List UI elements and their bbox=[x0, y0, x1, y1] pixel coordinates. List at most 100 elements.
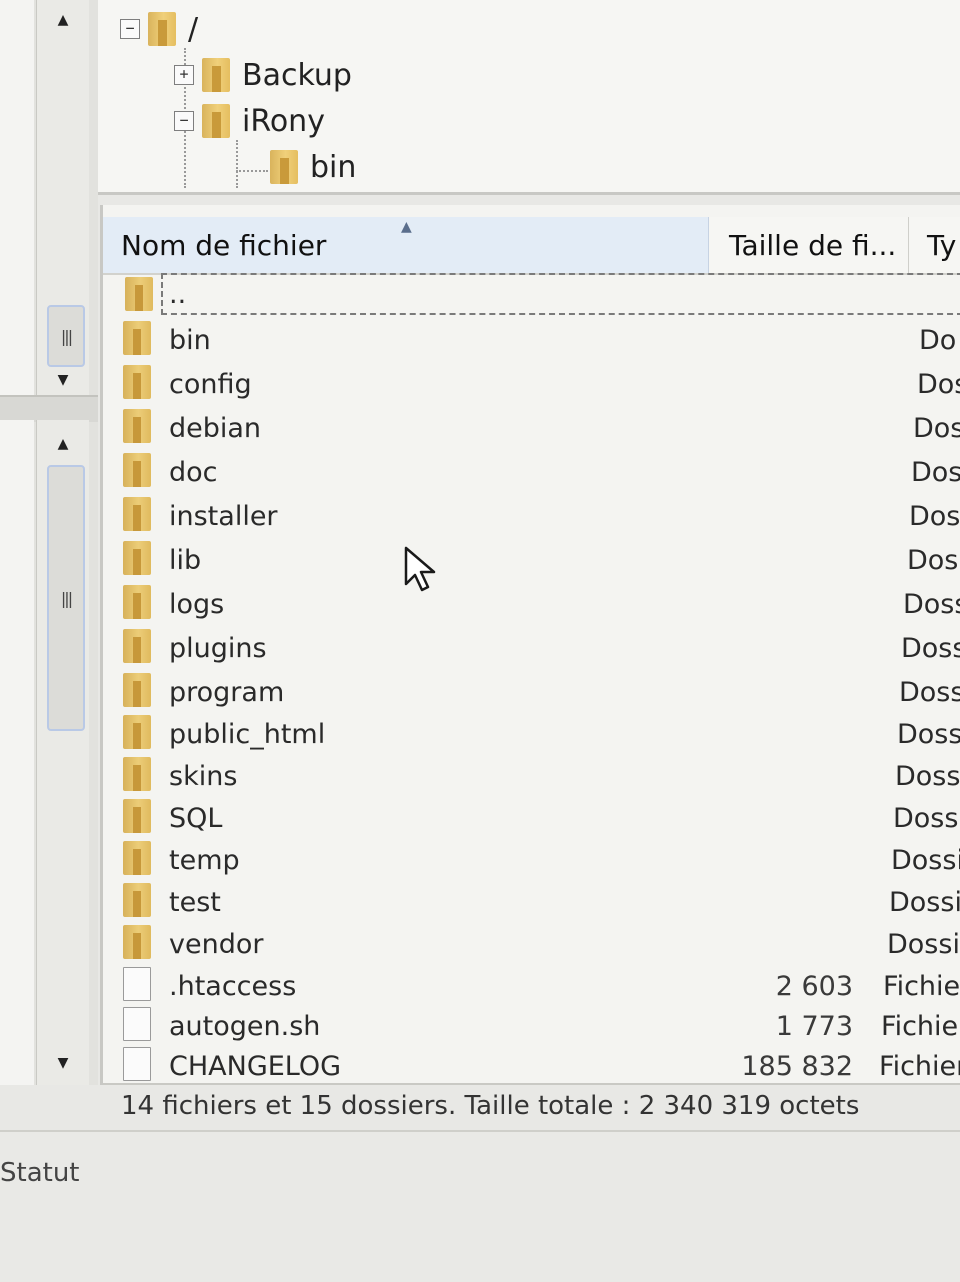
file-type: Fichier bbox=[879, 1050, 960, 1082]
file-type: Do bbox=[919, 324, 957, 356]
list-item[interactable]: installer Dos bbox=[103, 495, 960, 537]
tree-node-backup[interactable]: + Backup bbox=[174, 56, 352, 94]
folder-icon bbox=[123, 585, 153, 621]
scroll-down-arrow-icon[interactable]: ▼ bbox=[37, 1045, 89, 1081]
file-name: test bbox=[169, 886, 221, 918]
sort-ascending-icon: ▲ bbox=[401, 219, 412, 235]
folder-icon bbox=[123, 365, 153, 401]
remote-file-list: Nom de fichier ▲ Taille de fi... Ty .. b… bbox=[100, 205, 960, 1121]
scroll-down-arrow-icon[interactable]: ▼ bbox=[37, 362, 89, 398]
scroll-thumb[interactable]: ||| bbox=[47, 465, 85, 731]
collapse-icon[interactable]: − bbox=[120, 19, 140, 39]
tree-node-label: / bbox=[188, 11, 199, 47]
list-item[interactable]: doc Dos bbox=[103, 451, 960, 493]
file-list-header: Nom de fichier ▲ Taille de fi... Ty bbox=[103, 217, 960, 275]
scroll-thumb[interactable]: ||| bbox=[47, 305, 85, 367]
folder-icon bbox=[123, 629, 153, 665]
folder-icon bbox=[123, 841, 153, 877]
file-type: Fichier bbox=[881, 1010, 960, 1042]
status-panel bbox=[0, 1130, 960, 1282]
file-type: Fichier bbox=[883, 970, 960, 1002]
list-item[interactable]: lib Dos bbox=[103, 539, 960, 581]
file-type: Dossie bbox=[889, 886, 960, 918]
folder-icon bbox=[123, 673, 153, 709]
folder-icon bbox=[123, 321, 153, 357]
file-name: vendor bbox=[169, 928, 264, 960]
column-header-type[interactable]: Ty bbox=[909, 217, 960, 273]
list-item[interactable]: autogen.sh 1 773 Fichier bbox=[103, 1005, 960, 1047]
tree-node-root[interactable]: − / bbox=[120, 10, 198, 48]
file-type: Doss bbox=[903, 588, 960, 620]
column-header-size[interactable]: Taille de fi... bbox=[709, 217, 909, 273]
expand-icon[interactable]: + bbox=[174, 65, 194, 85]
list-bottom-border bbox=[103, 1083, 960, 1085]
folder-icon bbox=[123, 715, 153, 751]
folder-icon bbox=[123, 925, 153, 961]
file-icon bbox=[123, 967, 151, 1001]
list-item[interactable]: debian Dos bbox=[103, 407, 960, 449]
scroll-up-arrow-icon[interactable]: ▲ bbox=[37, 2, 89, 38]
folder-icon bbox=[270, 148, 300, 186]
list-item[interactable]: SQL Dossi bbox=[103, 797, 960, 839]
tree-node-label: Backup bbox=[242, 57, 352, 93]
list-item[interactable]: config Dos bbox=[103, 363, 960, 405]
list-item[interactable]: .htaccess 2 603 Fichier bbox=[103, 965, 960, 1007]
folder-icon bbox=[202, 56, 232, 94]
left-upper-pane bbox=[0, 0, 34, 395]
file-name: public_html bbox=[169, 718, 326, 750]
file-name: CHANGELOG bbox=[169, 1050, 342, 1082]
file-name: autogen.sh bbox=[169, 1010, 321, 1042]
lower-vertical-scrollbar[interactable]: ▲ ||| ▼ bbox=[36, 420, 89, 1085]
file-type: Doss bbox=[901, 632, 960, 664]
file-name: skins bbox=[169, 760, 238, 792]
file-type: Dos bbox=[917, 368, 960, 400]
list-item[interactable]: CHANGELOG 185 832 Fichier bbox=[103, 1045, 960, 1087]
file-type: Dos bbox=[909, 500, 960, 532]
tree-node-irony[interactable]: − iRony bbox=[174, 102, 325, 140]
file-name: .. bbox=[169, 278, 187, 310]
list-item[interactable]: public_html Dossi bbox=[103, 713, 960, 755]
file-icon bbox=[123, 1007, 151, 1041]
file-type: Dossi bbox=[895, 760, 960, 792]
list-item[interactable]: plugins Doss bbox=[103, 627, 960, 669]
folder-icon bbox=[123, 799, 153, 835]
tree-connector bbox=[236, 140, 238, 188]
folder-icon bbox=[125, 277, 155, 313]
remote-directory-tree: − / + Backup − iRony bin bbox=[98, 0, 960, 195]
folder-icon bbox=[123, 409, 153, 445]
list-item[interactable]: temp Dossie bbox=[103, 839, 960, 881]
left-panel-strip: ▲ ||| ▼ ▲ ||| ▼ bbox=[0, 0, 98, 1085]
list-item[interactable]: bin Do bbox=[103, 319, 960, 361]
scroll-up-arrow-icon[interactable]: ▲ bbox=[37, 426, 89, 462]
upper-vertical-scrollbar[interactable]: ▲ ||| ▼ bbox=[36, 0, 89, 395]
list-item-parent-dir[interactable]: .. bbox=[125, 273, 960, 315]
folder-icon bbox=[123, 757, 153, 793]
file-name: bin bbox=[169, 324, 211, 356]
list-item[interactable]: vendor Dossie bbox=[103, 923, 960, 965]
file-type: Dossie bbox=[891, 844, 960, 876]
file-name: .htaccess bbox=[169, 970, 297, 1002]
file-name: program bbox=[169, 676, 285, 708]
folder-icon bbox=[123, 453, 153, 489]
list-item[interactable]: logs Doss bbox=[103, 583, 960, 625]
collapse-icon[interactable]: − bbox=[174, 111, 194, 131]
file-type: Dossie bbox=[887, 928, 960, 960]
file-type: Dossi bbox=[897, 718, 960, 750]
folder-icon bbox=[123, 541, 153, 577]
folder-icon bbox=[202, 102, 232, 140]
list-item[interactable]: skins Dossi bbox=[103, 755, 960, 797]
list-item[interactable]: program Doss bbox=[103, 671, 960, 713]
column-header-name-label: Nom de fichier bbox=[121, 228, 327, 262]
mouse-cursor-icon bbox=[404, 546, 436, 592]
file-list-summary: 14 fichiers et 15 dossiers. Taille total… bbox=[121, 1091, 860, 1121]
column-header-size-label: Taille de fi... bbox=[729, 228, 897, 262]
file-name: installer bbox=[169, 500, 278, 532]
tree-node-label: iRony bbox=[242, 103, 325, 139]
list-item[interactable]: test Dossie bbox=[103, 881, 960, 923]
left-lower-pane bbox=[0, 420, 34, 1085]
file-name: SQL bbox=[169, 802, 223, 834]
file-size: 2 603 bbox=[775, 970, 853, 1002]
file-name: temp bbox=[169, 844, 240, 876]
tree-node-bin[interactable]: bin bbox=[270, 148, 356, 186]
pane-divider[interactable] bbox=[0, 395, 98, 422]
